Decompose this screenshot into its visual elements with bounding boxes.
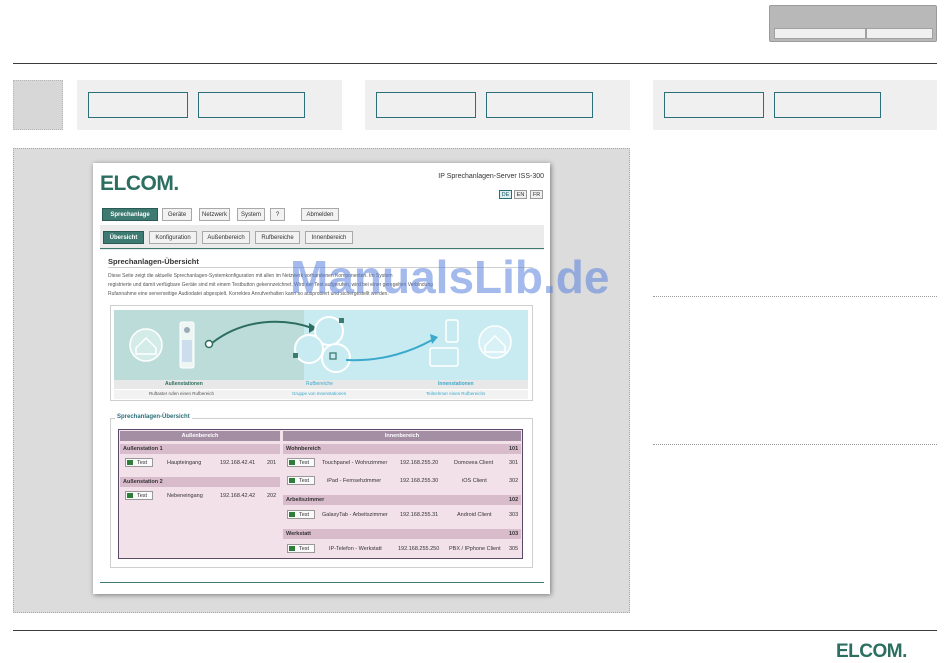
header-info-box [769, 5, 937, 42]
section-title: Sprechanlagen-Übersicht [108, 257, 199, 266]
area-number: 103 [509, 531, 519, 537]
tab-netzwerk[interactable]: Netzwerk [199, 208, 230, 221]
device-client: iOS Client [462, 478, 487, 484]
device-label: Touchpanel - Wohnzimmer [322, 460, 388, 466]
diagram-sublabel-callareas: Gruppe von Innenstationen [292, 391, 347, 396]
diagram-label-indoor: Innenstationen [438, 381, 474, 387]
top-divider [13, 63, 937, 64]
area-number: 101 [509, 446, 519, 452]
outdoor-station-2: Außenstation 2 [120, 477, 280, 487]
nav-button[interactable] [486, 92, 593, 118]
diagram-label-callareas: Rufbereiche [306, 381, 333, 387]
test-button[interactable]: Test [287, 544, 315, 553]
station-label: Haupteingang [167, 460, 202, 466]
device-ip: 192.168.255.250 [398, 546, 440, 552]
device-ip: 192.168.255.30 [400, 478, 439, 484]
separator [653, 444, 937, 445]
nav-panel-3 [653, 80, 937, 130]
play-icon [127, 493, 133, 498]
subtab-rufbereiche[interactable]: Rufbereiche [255, 231, 300, 244]
diagram-sublabel-indoor: Teilnehmer eines Rufbereichs [426, 391, 486, 396]
indoor-area: Arbeitszimmer [283, 495, 521, 505]
watermark: ManualsLib.de [290, 251, 610, 303]
device-label: IP-Telefon - Werkstatt [329, 546, 382, 552]
play-icon [289, 478, 295, 483]
diagram-sublabel-outdoor: Ruftaster rufen einen Rufbereich [149, 391, 215, 396]
tab-system[interactable]: System [237, 208, 265, 221]
nav-button[interactable] [664, 92, 764, 118]
nav-button[interactable] [774, 92, 881, 118]
play-icon [127, 460, 133, 465]
play-icon [289, 512, 295, 517]
device-number: 305 [509, 546, 519, 552]
subtab-uebersicht[interactable]: Übersicht [103, 231, 144, 244]
subnav-underline [100, 248, 544, 249]
system-diagram [114, 310, 528, 380]
overview-table: Außenbereich Innenbereich Außenstation 1… [118, 429, 523, 559]
device-client: Android Client [457, 512, 492, 518]
device-ip: 192.168.255.31 [400, 512, 439, 518]
nav-button[interactable] [88, 92, 188, 118]
station-number: 201 [267, 460, 277, 466]
tab-sprechanlage[interactable]: Sprechanlage [102, 208, 158, 221]
subtab-innenbereich[interactable]: Innenbereich [305, 231, 353, 244]
test-button[interactable]: Test [287, 510, 315, 519]
device-number: 302 [509, 478, 519, 484]
station-label: Nebeneingang [167, 493, 203, 499]
lang-en[interactable]: EN [514, 190, 527, 199]
bottom-divider [13, 630, 937, 631]
tab-abmelden[interactable]: Abmelden [301, 208, 339, 221]
test-button[interactable]: Test [125, 491, 153, 500]
product-title: IP Sprechanlagen-Server ISS-300 [438, 173, 544, 180]
header-info-cell [866, 28, 933, 39]
device-client: Domovea Client [454, 460, 494, 466]
play-icon [289, 546, 295, 551]
header-info-cell [774, 28, 866, 39]
device-label: GalaxyTab - Arbeitszimmer [322, 512, 388, 518]
overview-title: Sprechanlagen-Übersicht [115, 414, 192, 420]
test-button[interactable]: Test [287, 476, 315, 485]
station-number: 202 [267, 493, 277, 499]
station-ip: 192.168.42.42 [220, 493, 256, 499]
lang-de[interactable]: DE [499, 190, 512, 199]
device-number: 303 [509, 512, 519, 518]
test-button[interactable]: Test [125, 458, 153, 467]
diagram-graphic [129, 316, 512, 373]
diagram-label-outdoor: Außenstationen [165, 381, 203, 387]
device-client: PBX / IPphone Client [449, 546, 501, 552]
header-outdoor: Außenbereich [120, 431, 280, 441]
indoor-area: Wohnbereich [283, 444, 521, 454]
header-indoor: Innenbereich [283, 431, 521, 441]
outdoor-station-1: Außenstation 1 [120, 444, 280, 454]
tab-geraete[interactable]: Geräte [162, 208, 192, 221]
subtab-aussenbereich[interactable]: Außenbereich [202, 231, 250, 244]
device-label: iPad - Fernsehzimmer [327, 478, 382, 484]
subtab-konfiguration[interactable]: Konfiguration [149, 231, 197, 244]
nav-panel-1 [77, 80, 342, 130]
indoor-area: Werkstatt [283, 529, 521, 539]
lang-fr[interactable]: FR [530, 190, 543, 199]
device-number: 301 [509, 460, 519, 466]
section-marker [13, 80, 63, 130]
nav-button[interactable] [198, 92, 305, 118]
separator [653, 296, 937, 297]
web-interface-screenshot: ELCOM. IP Sprechanlagen-Server ISS-300 D… [93, 163, 550, 594]
nav-panel-2 [365, 80, 630, 130]
device-ip: 192.168.255.20 [400, 460, 439, 466]
tab-help[interactable]: ? [270, 208, 285, 221]
station-ip: 192.168.42.41 [220, 460, 256, 466]
play-icon [289, 460, 295, 465]
nav-button[interactable] [376, 92, 476, 118]
footer-rule [100, 582, 544, 583]
test-button[interactable]: Test [287, 458, 315, 467]
area-number: 102 [509, 497, 519, 503]
elcom-logo: ELCOM. [100, 172, 179, 195]
